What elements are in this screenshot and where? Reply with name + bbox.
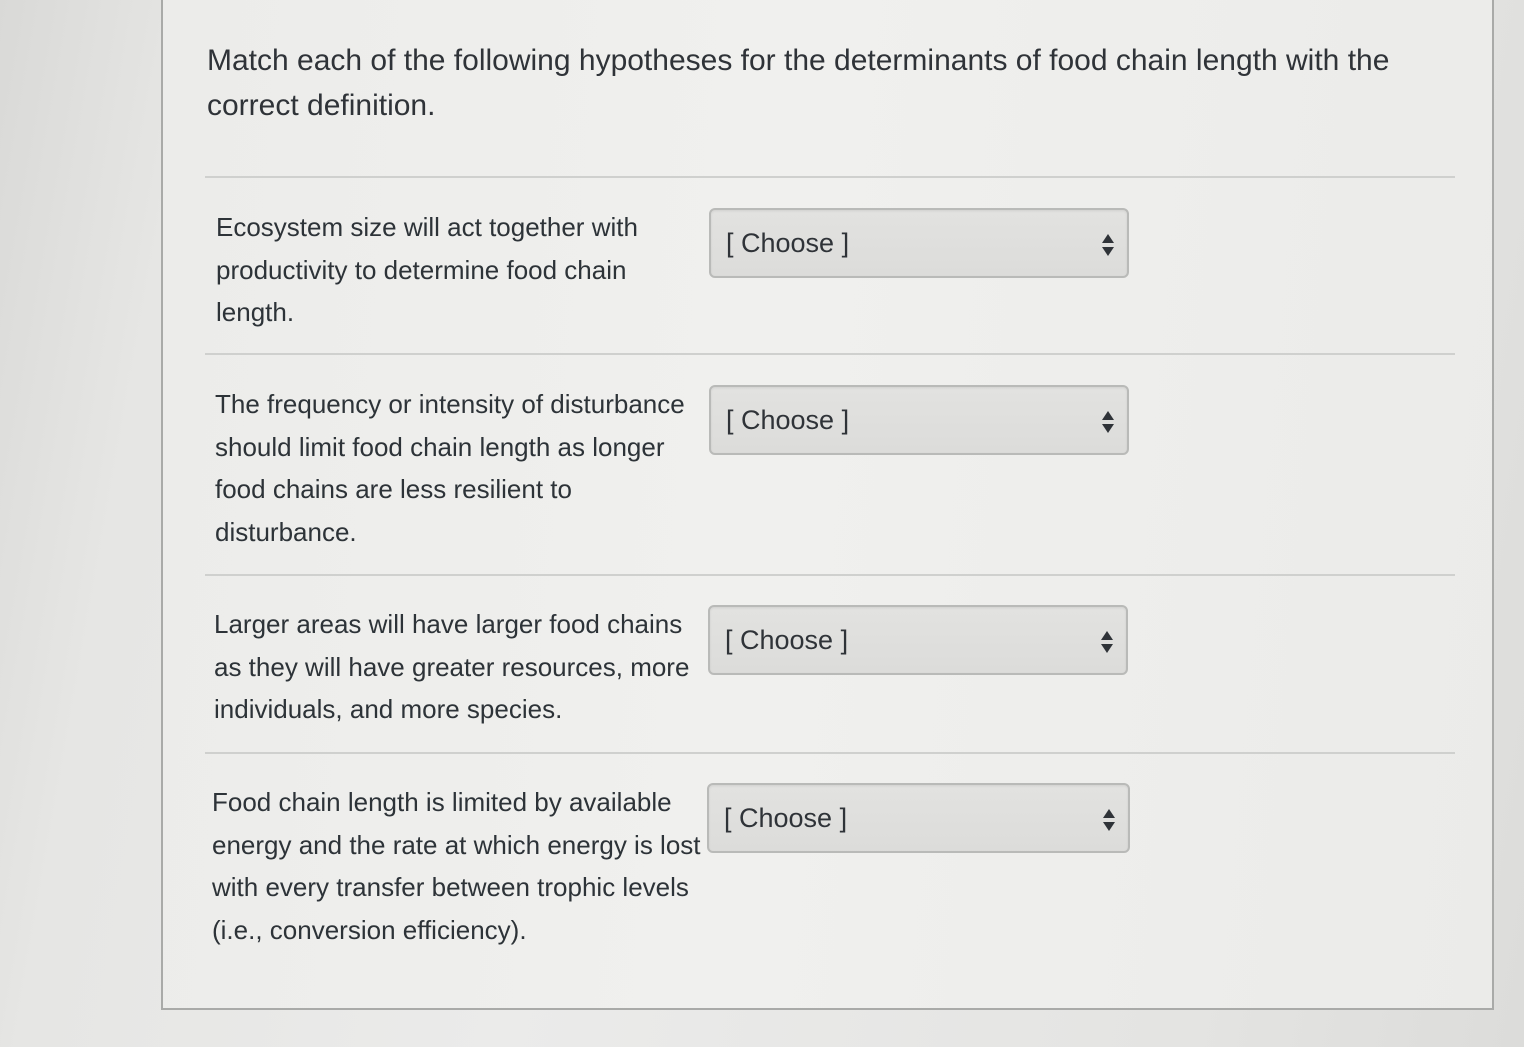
hypothesis-text-2: The frequency or intensity of disturbanc… [215, 389, 685, 547]
hypothesis-text-3: Larger areas will have larger food chain… [214, 609, 690, 724]
hypothesis-text-4: Food chain length is limited by availabl… [212, 787, 701, 945]
up-down-arrows-icon [1102, 806, 1116, 834]
up-down-arrows-icon [1101, 408, 1115, 436]
up-down-arrows-icon [1101, 231, 1115, 259]
answer-select-1[interactable]: [ Choose ] [709, 208, 1129, 278]
select-value-3: [ Choose ] [725, 625, 849, 655]
answer-select-3[interactable]: [ Choose ] [708, 605, 1128, 675]
select-value-2: [ Choose ] [726, 405, 850, 435]
question-prompt: Match each of the following hypotheses f… [207, 44, 1390, 122]
divider [205, 176, 1455, 178]
answer-select-2[interactable]: [ Choose ] [709, 385, 1129, 455]
up-down-arrows-icon [1100, 628, 1114, 656]
divider [205, 752, 1455, 754]
answer-select-4[interactable]: [ Choose ] [707, 783, 1130, 853]
hypothesis-text-1: Ecosystem size will act together with pr… [216, 212, 638, 327]
divider [205, 574, 1455, 576]
select-value-4: [ Choose ] [724, 803, 848, 833]
divider [205, 353, 1455, 355]
select-value-1: [ Choose ] [726, 228, 850, 258]
